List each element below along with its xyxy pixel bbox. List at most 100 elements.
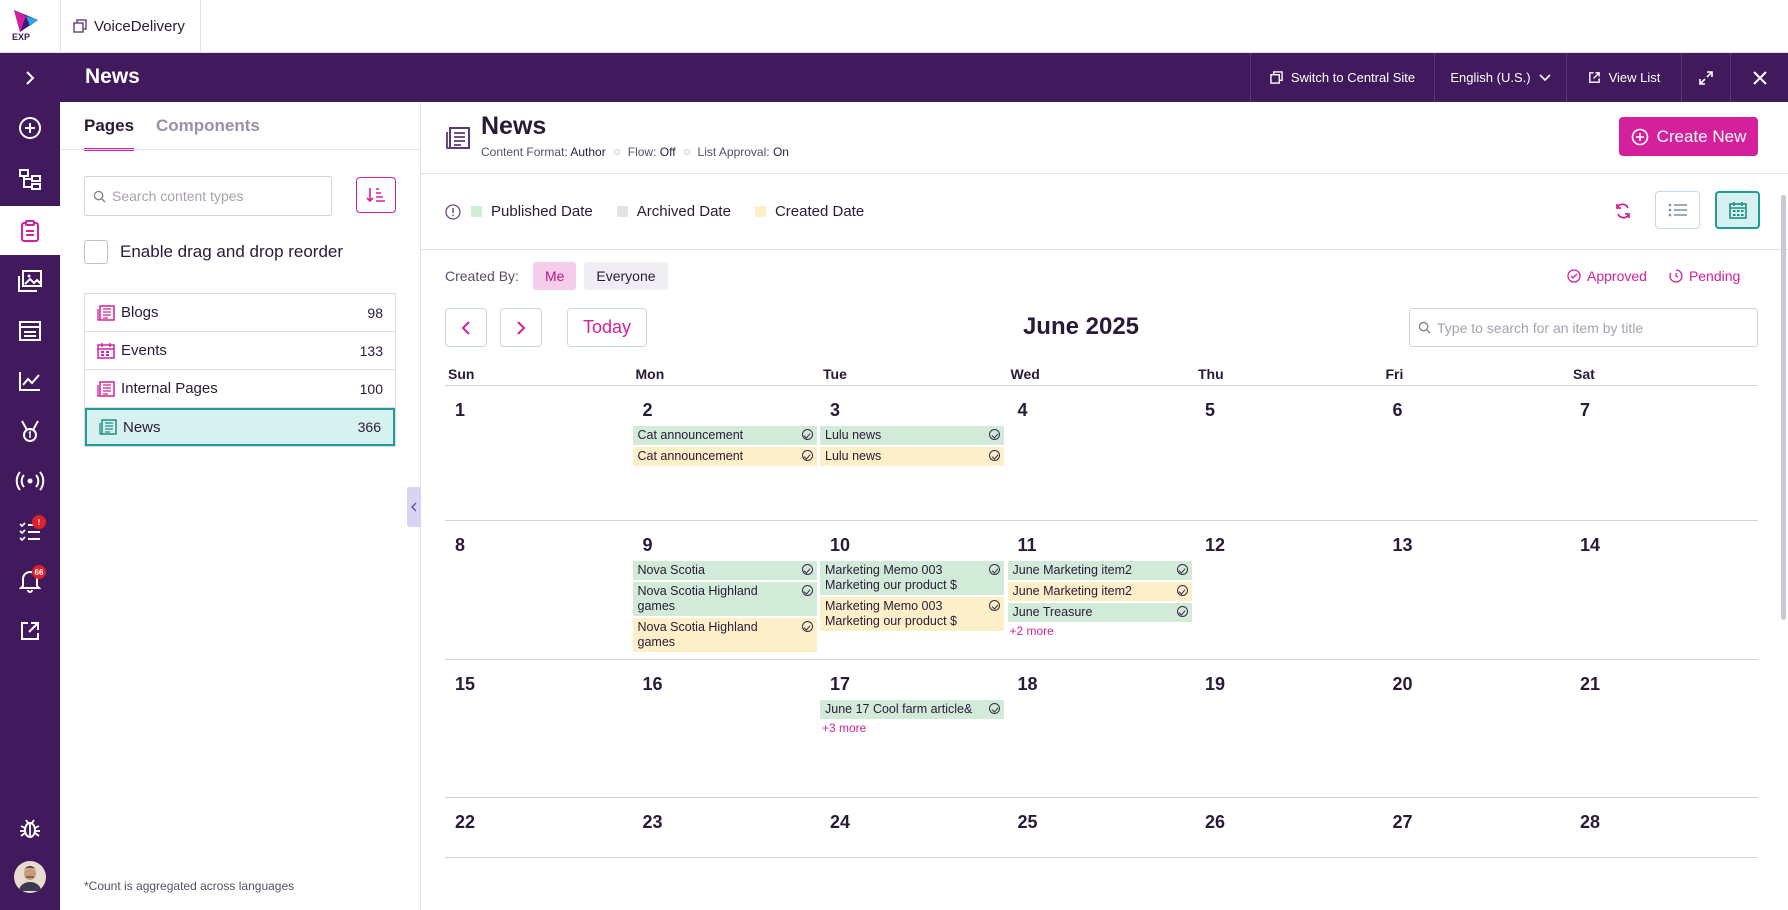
count-footnote: *Count is aggregated across languages xyxy=(84,879,295,893)
weekday-header: Sun Mon Tue Wed Thu Fri Sat xyxy=(445,366,1758,386)
calendar-day-cell[interactable]: 24 xyxy=(820,798,1008,857)
rail-external-button[interactable] xyxy=(0,608,60,654)
refresh-icon[interactable] xyxy=(1614,202,1632,220)
calendar-event[interactable]: Marketing Memo 003 Marketing our product… xyxy=(820,597,1004,631)
expand-button[interactable] xyxy=(1681,53,1730,102)
calendar-day-cell[interactable]: 11 June Marketing item2 June Marketing ite… xyxy=(1007,521,1196,659)
calendar-day-cell[interactable]: 27 xyxy=(1383,798,1571,857)
user-avatar[interactable] xyxy=(0,854,60,900)
calendar-day-cell[interactable]: 14 xyxy=(1570,521,1758,659)
event-title: Marketing Memo 003 Marketing our product… xyxy=(825,599,958,628)
create-new-button[interactable]: Create New xyxy=(1619,117,1758,156)
calendar-day-cell[interactable]: 18 xyxy=(1008,660,1196,797)
flow-value: Off xyxy=(659,145,676,159)
more-events-link[interactable]: +2 more xyxy=(1008,624,1196,638)
site-tab[interactable]: VoiceDelivery xyxy=(60,0,201,52)
rail-content-button[interactable] xyxy=(0,206,60,255)
calendar-day-cell[interactable]: 25 xyxy=(1008,798,1196,857)
created-by-me-button[interactable]: Me xyxy=(532,262,577,290)
calendar-day-cell[interactable]: 12 xyxy=(1195,521,1383,659)
sort-button[interactable] xyxy=(356,177,396,213)
rail-site-tree-button[interactable] xyxy=(0,156,60,202)
calendar-day-cell[interactable]: 16 xyxy=(633,660,821,797)
weekday-label: Mon xyxy=(635,366,665,382)
calendar-day-cell[interactable]: 4 xyxy=(1008,386,1196,520)
content-types-panel: Pages Components Enable drag and drop re… xyxy=(60,102,421,910)
rail-expand-button[interactable] xyxy=(0,53,60,102)
calendar-event[interactable]: Nova Scotia xyxy=(632,561,817,580)
list-view-button[interactable] xyxy=(1655,191,1700,229)
calendar-day-cell[interactable]: 23 xyxy=(633,798,821,857)
event-title: Nova Scotia Highland games xyxy=(637,584,758,613)
drag-reorder-toggle[interactable]: Enable drag and drop reorder xyxy=(84,240,343,264)
content-type-search-input[interactable] xyxy=(112,188,322,204)
calendar-day-cell[interactable]: 22 xyxy=(445,798,633,857)
rail-tasks-button[interactable]: ! xyxy=(0,508,60,554)
content-type-item-blogs[interactable]: Blogs 98 xyxy=(85,294,395,332)
calendar-day-cell[interactable]: 20 xyxy=(1383,660,1571,797)
rail-create-button[interactable] xyxy=(0,105,60,151)
calendar-day-cell[interactable]: 7 xyxy=(1570,386,1758,520)
calendar-day-cell[interactable]: 9 Nova Scotia Nova Scotia Highland games No… xyxy=(632,521,821,659)
calendar-day-cell[interactable]: 17 June 17 Cool farm article& +3 more xyxy=(820,660,1008,797)
content-type-item-internal-pages[interactable]: Internal Pages 100 xyxy=(85,370,395,408)
calendar-day-cell[interactable]: 10 Marketing Memo 003 Marketing our produ… xyxy=(820,521,1008,659)
today-button[interactable]: Today xyxy=(567,308,647,347)
page-scrollbar[interactable] xyxy=(1781,195,1786,620)
approved-check-icon xyxy=(801,429,813,440)
calendar-day-cell[interactable]: 3 Lulu news Lulu news xyxy=(820,386,1008,520)
tab-components[interactable]: Components xyxy=(156,116,260,148)
calendar-event[interactable]: Lulu news xyxy=(820,426,1004,445)
calendar-day-cell[interactable]: 15 xyxy=(445,660,633,797)
view-list-button[interactable]: View List xyxy=(1566,53,1681,102)
day-number: 19 xyxy=(1205,674,1226,694)
rail-debug-button[interactable] xyxy=(0,805,60,851)
calendar-day-cell[interactable]: 5 xyxy=(1195,386,1383,520)
previous-month-button[interactable] xyxy=(445,308,487,347)
calendar-event[interactable]: Marketing Memo 003 Marketing our product… xyxy=(820,561,1004,595)
calendar-day-cell[interactable]: 21 xyxy=(1570,660,1758,797)
rail-notifications-button[interactable]: 66 xyxy=(0,558,60,604)
calendar-day-cell[interactable]: 1 xyxy=(445,386,633,520)
calendar-view-button[interactable] xyxy=(1715,191,1760,229)
calendar-day-cell[interactable]: 28 xyxy=(1570,798,1758,857)
switch-central-site-button[interactable]: Switch to Central Site xyxy=(1250,53,1434,102)
next-month-button[interactable] xyxy=(500,308,542,347)
tab-pages[interactable]: Pages xyxy=(84,116,135,151)
calendar-search-input[interactable] xyxy=(1437,319,1747,336)
calendar-event[interactable]: June Marketing item2 xyxy=(1007,582,1192,601)
rail-forms-button[interactable] xyxy=(0,308,60,354)
rail-analytics-button[interactable] xyxy=(0,358,60,404)
calendar-event[interactable]: June 17 Cool farm article& xyxy=(820,700,1004,719)
rail-media-button[interactable] xyxy=(0,258,60,304)
more-events-link[interactable]: +3 more xyxy=(820,721,1008,735)
calendar-event[interactable]: Lulu news xyxy=(820,447,1004,466)
search-icon xyxy=(1418,321,1431,334)
calendar-event[interactable]: Cat announcement xyxy=(632,426,817,445)
created-by-everyone-button[interactable]: Everyone xyxy=(584,262,668,290)
medal-icon xyxy=(21,420,39,442)
approved-label: Approved xyxy=(1587,268,1647,284)
calendar-day-cell[interactable]: 13 xyxy=(1383,521,1571,659)
language-select[interactable]: English (U.S.) xyxy=(1434,53,1566,102)
calendar-event[interactable]: Nova Scotia Highland games xyxy=(632,582,817,616)
calendar-day-cell[interactable]: 19 xyxy=(1195,660,1383,797)
rail-broadcast-button[interactable] xyxy=(0,458,60,504)
list-approval-value: On xyxy=(772,145,789,159)
content-type-item-events[interactable]: Events 133 xyxy=(85,332,395,370)
content-type-item-news[interactable]: News 366 xyxy=(85,408,395,446)
calendar-event[interactable]: June Treasure xyxy=(1007,603,1192,622)
calendar-event[interactable]: June Marketing item2 xyxy=(1007,561,1192,580)
calendar-event[interactable]: Cat announcement xyxy=(632,447,817,466)
close-button[interactable] xyxy=(1730,53,1788,102)
approved-check-icon xyxy=(801,585,813,596)
calendar-day-cell[interactable]: 8 xyxy=(445,521,633,659)
calendar-day-cell[interactable]: 26 xyxy=(1195,798,1383,857)
day-number: 22 xyxy=(455,812,476,832)
calendar-day-cell[interactable]: 2 Cat announcement Cat announcement xyxy=(632,386,821,520)
drag-reorder-checkbox[interactable] xyxy=(84,240,108,264)
panel-collapse-handle[interactable] xyxy=(407,487,421,527)
calendar-day-cell[interactable]: 6 xyxy=(1383,386,1571,520)
rail-awards-button[interactable] xyxy=(0,408,60,454)
calendar-event[interactable]: Nova Scotia Highland games xyxy=(632,618,817,652)
